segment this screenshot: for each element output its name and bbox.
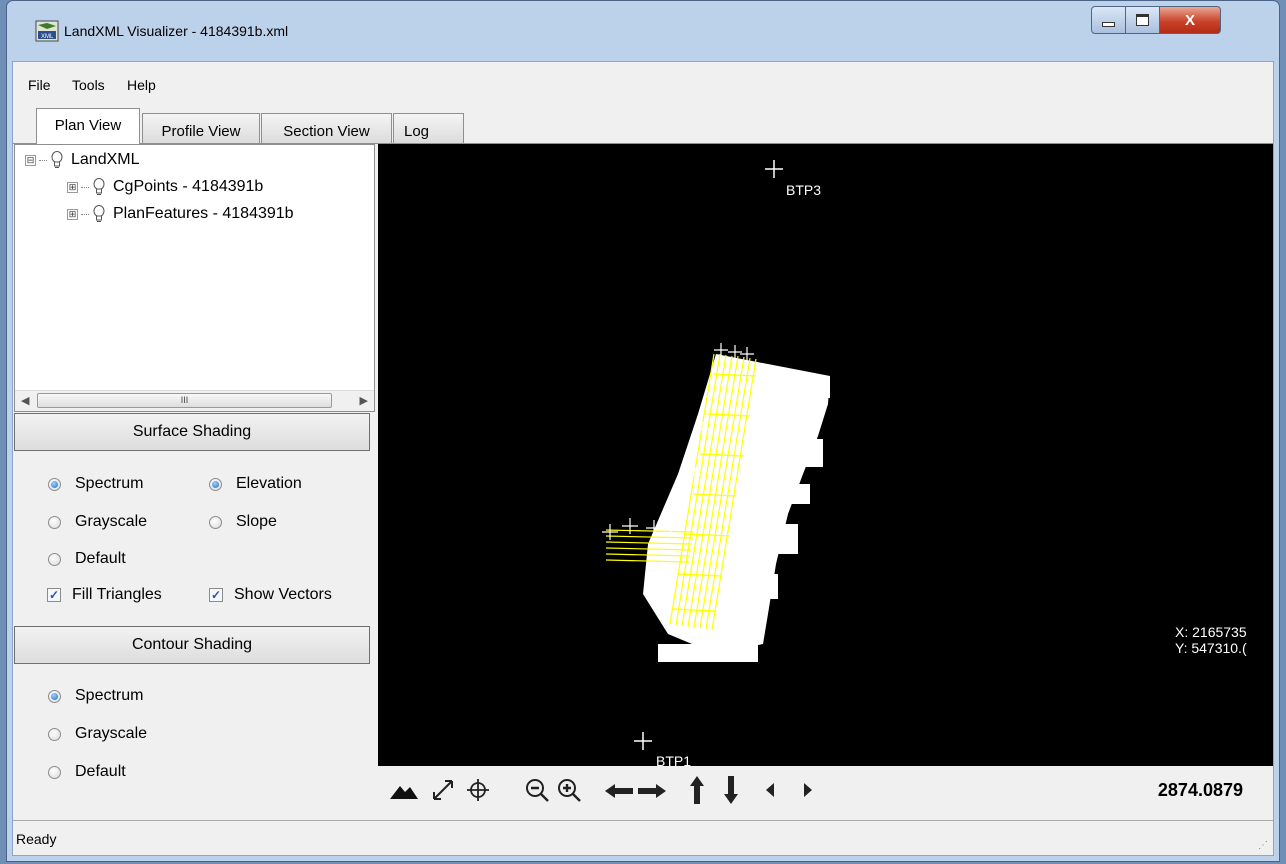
tab-section-view[interactable]: Section View xyxy=(261,113,392,143)
collapse-icon[interactable]: ⊟ xyxy=(25,154,36,166)
contour-spectrum-radio[interactable]: Spectrum xyxy=(48,687,143,705)
window-title: LandXML Visualizer - 4184391b.xml xyxy=(64,23,289,39)
tab-log[interactable]: Log xyxy=(393,113,464,143)
checkbox-label: Fill Triangles xyxy=(72,586,162,603)
scale-readout: 2874.0879 xyxy=(1157,780,1243,800)
maximize-icon xyxy=(1136,14,1149,26)
radio-label: Spectrum xyxy=(75,475,144,492)
status-text: Ready xyxy=(16,831,57,847)
radio-indicator xyxy=(209,477,222,491)
pan-left-icon[interactable] xyxy=(603,780,635,802)
minimize-icon xyxy=(1102,21,1115,27)
menu-bar: File Tools Help xyxy=(13,62,1273,107)
radio-label: Default xyxy=(75,763,126,780)
contour-shading-button[interactable]: Contour Shading xyxy=(14,626,370,664)
terrain-icon[interactable] xyxy=(390,783,418,799)
radio-indicator xyxy=(209,515,222,529)
checkmark-icon: ✓ xyxy=(47,588,61,602)
radio-label: Slope xyxy=(236,513,277,530)
tree-item-label: PlanFeatures - 4184391b xyxy=(113,205,294,222)
survey-point-btp1[interactable]: BTP1 xyxy=(634,732,691,766)
menu-tools[interactable]: Tools xyxy=(72,77,105,93)
radio-label: Elevation xyxy=(236,475,302,492)
surface-shading-button[interactable]: Surface Shading xyxy=(14,413,370,451)
zoom-out-icon[interactable] xyxy=(524,777,550,803)
zoom-in-icon[interactable] xyxy=(556,777,582,803)
zoom-extents-icon[interactable] xyxy=(431,778,455,802)
radio-label: Spectrum xyxy=(75,687,144,704)
pan-up-icon[interactable] xyxy=(686,774,708,806)
expand-icon[interactable]: ⊞ xyxy=(67,208,78,220)
menu-help[interactable]: Help xyxy=(127,77,156,93)
scroll-right-icon[interactable]: ▶ xyxy=(360,394,368,407)
tree-horizontal-scrollbar[interactable]: ◀ III ▶ xyxy=(15,390,374,411)
minimize-button[interactable] xyxy=(1091,6,1126,34)
radio-label: Default xyxy=(75,550,126,567)
radio-indicator xyxy=(48,689,61,703)
surface-grayscale-radio[interactable]: Grayscale xyxy=(48,513,147,531)
tree-connector xyxy=(39,159,47,161)
surface-default-radio[interactable]: Default xyxy=(48,550,126,568)
show-vectors-checkbox[interactable]: ✓ Show Vectors xyxy=(209,586,332,604)
close-button[interactable]: X xyxy=(1159,6,1221,34)
tree-item-landxml[interactable]: ⊟ LandXML xyxy=(25,151,140,169)
survey-point-btp3[interactable]: BTP3 xyxy=(765,160,821,198)
radio-indicator xyxy=(48,765,61,779)
plan-view-drawing[interactable]: BTP3 BTP1 X: 2165735 Y: 547310.( xyxy=(378,144,1273,766)
tree-connector xyxy=(81,186,89,188)
fill-triangles-checkbox[interactable]: ✓ Fill Triangles xyxy=(47,586,162,604)
coord-y-readout: Y: 547310.( xyxy=(1175,640,1247,656)
layer-tree: ⊟ LandXML ⊞ CgPoints - 4184391b ⊞ PlanFe… xyxy=(14,144,375,412)
contour-default-radio[interactable]: Default xyxy=(48,763,126,781)
maximize-button[interactable] xyxy=(1125,6,1160,34)
tree-connector xyxy=(81,213,89,215)
title-bar[interactable]: XML LandXML Visualizer - 4184391b.xml X xyxy=(7,1,1279,53)
point-label-btp3: BTP3 xyxy=(786,182,821,198)
lightbulb-icon xyxy=(93,178,105,195)
plan-view-panel: ⊟ LandXML ⊞ CgPoints - 4184391b ⊞ PlanFe… xyxy=(13,143,1273,822)
expand-icon[interactable]: ⊞ xyxy=(67,181,78,193)
radio-indicator xyxy=(48,727,61,741)
left-panel: ⊟ LandXML ⊞ CgPoints - 4184391b ⊞ PlanFe… xyxy=(13,144,378,822)
view-toolbar: 2874.0879 xyxy=(378,766,1273,822)
radio-indicator xyxy=(48,552,61,566)
coord-x-readout: X: 2165735 xyxy=(1175,624,1247,640)
tree-item-label: CgPoints - 4184391b xyxy=(113,178,264,195)
app-icon: XML xyxy=(35,20,59,42)
client-area: File Tools Help Plan View Profile View S… xyxy=(12,61,1274,856)
plan-view-canvas[interactable]: BTP3 BTP1 X: 2165735 Y: 547310.( xyxy=(378,144,1273,766)
lightbulb-icon xyxy=(93,205,105,222)
scroll-left-icon[interactable]: ◀ xyxy=(21,394,29,407)
point-label-btp1: BTP1 xyxy=(656,753,691,766)
tab-plan-view[interactable]: Plan View xyxy=(36,108,140,144)
radio-indicator xyxy=(48,477,61,491)
checkbox-label: Show Vectors xyxy=(234,586,332,603)
scroll-thumb[interactable]: III xyxy=(37,393,332,408)
radio-indicator xyxy=(48,515,61,529)
lightbulb-icon xyxy=(51,151,63,168)
crosshair-icon[interactable] xyxy=(466,778,490,802)
surface-elevation-radio[interactable]: Elevation xyxy=(209,475,302,493)
close-icon: X xyxy=(1184,11,1195,29)
menu-file[interactable]: File xyxy=(28,77,51,93)
surface-slope-radio[interactable]: Slope xyxy=(209,513,277,531)
contour-grayscale-radio[interactable]: Grayscale xyxy=(48,725,147,743)
next-icon[interactable] xyxy=(802,782,814,798)
tree-item-label: LandXML xyxy=(71,151,140,168)
radio-label: Grayscale xyxy=(75,725,148,742)
tab-strip: Plan View Profile View Section View Log xyxy=(13,106,1273,146)
resize-grip-icon[interactable]: ⋰ xyxy=(1258,840,1268,851)
tree-item-planfeatures[interactable]: ⊞ PlanFeatures - 4184391b xyxy=(67,205,294,223)
radio-label: Grayscale xyxy=(75,513,148,530)
surface-spectrum-radio[interactable]: Spectrum xyxy=(48,475,143,493)
pan-right-icon[interactable] xyxy=(636,780,668,802)
tree-item-cgpoints[interactable]: ⊞ CgPoints - 4184391b xyxy=(67,178,263,196)
checkmark-icon: ✓ xyxy=(209,588,223,602)
pan-down-icon[interactable] xyxy=(720,774,742,806)
prev-icon[interactable] xyxy=(764,782,776,798)
app-window: XML LandXML Visualizer - 4184391b.xml X … xyxy=(6,0,1280,862)
svg-text:XML: XML xyxy=(41,34,54,40)
status-bar: Ready ⋰ xyxy=(13,820,1273,855)
tab-profile-view[interactable]: Profile View xyxy=(142,113,260,143)
